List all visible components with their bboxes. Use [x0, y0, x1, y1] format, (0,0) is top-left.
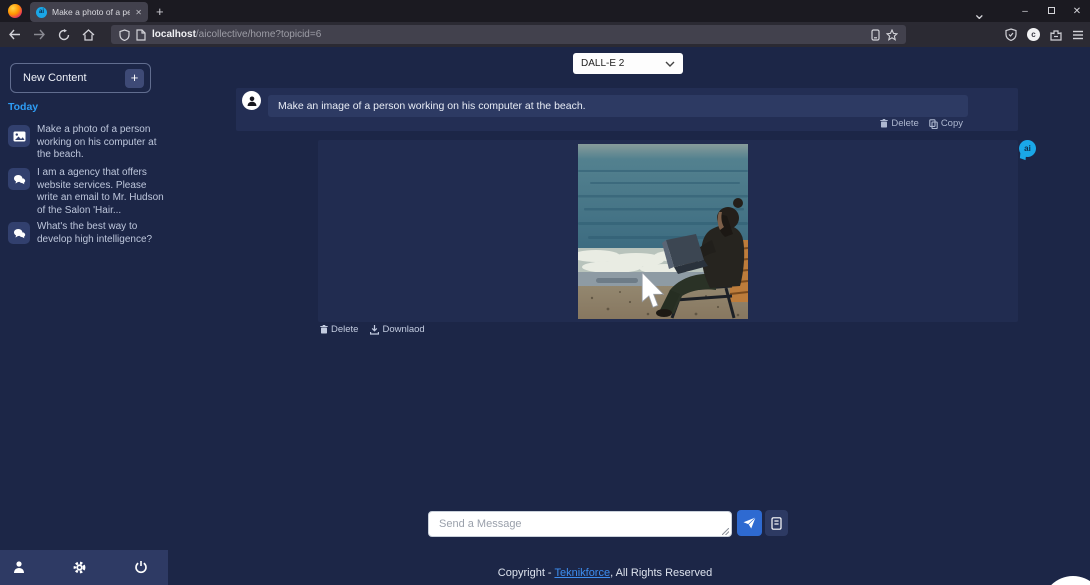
user-profile-icon[interactable]	[12, 560, 26, 574]
sidebar-item-intelligence-topic[interactable]: What's the best way to develop high inte…	[8, 221, 164, 246]
browser-nav-bar: localhost/aicollective/home?topicid=6	[0, 22, 1090, 47]
brand-link[interactable]: Teknikforce	[554, 567, 610, 579]
new-tab-button[interactable]: +	[156, 3, 164, 21]
response-actions: Delete Downlaod	[320, 324, 425, 335]
minimize-button[interactable]: –	[1012, 6, 1038, 17]
firefox-logo-icon[interactable]	[8, 4, 22, 18]
menu-icon[interactable]	[1072, 30, 1084, 40]
close-window-button[interactable]: ✕	[1064, 6, 1090, 17]
sidebar-item-label: What's the best way to develop high inte…	[37, 221, 153, 245]
delete-label: Delete	[891, 118, 919, 129]
chat-icon	[8, 168, 30, 190]
delete-message-button[interactable]: Delete	[880, 118, 919, 129]
sidebar-item-label: Make a photo of a person working on his …	[37, 124, 157, 160]
tracking-shield-icon[interactable]	[119, 28, 130, 41]
mouse-cursor	[640, 268, 666, 313]
maximize-button[interactable]	[1038, 6, 1064, 17]
user-message-bubble: Make an image of a person working on his…	[268, 95, 968, 117]
bookmark-star-icon[interactable]	[886, 28, 898, 41]
model-select-value: DALL-E 2	[581, 58, 625, 69]
assistant-response-block: ai	[318, 140, 1036, 322]
toolbar-right-icons: c	[1005, 25, 1084, 44]
back-icon[interactable]	[8, 29, 21, 40]
send-button[interactable]	[737, 510, 762, 536]
permissions-shield-icon[interactable]	[1005, 28, 1017, 41]
copy-label: Copy	[940, 118, 963, 129]
user-message-text: Make an image of a person working on his…	[278, 100, 586, 112]
copyright-prefix: Copyright -	[497, 567, 555, 579]
message-input[interactable]	[428, 511, 732, 537]
chevron-down-icon	[665, 61, 675, 67]
extensions-icon[interactable]	[1050, 29, 1062, 41]
download-icon	[370, 324, 380, 335]
sidebar-item-email-topic[interactable]: I am a agency that offers website servic…	[8, 167, 164, 217]
window-controls: – ✕	[1012, 0, 1090, 22]
app-page: New Content + Today Make a photo of a pe…	[0, 47, 1090, 585]
maximize-icon	[1047, 6, 1055, 14]
message-actions: Delete Copy	[880, 118, 963, 129]
home-icon[interactable]	[82, 28, 95, 41]
trash-icon	[320, 325, 328, 334]
browser-tab-bar: ai Make a photo of a person worki ✕ + ⌄ …	[0, 0, 1090, 24]
page-info-icon[interactable]	[136, 28, 146, 41]
badge-tail	[1019, 151, 1027, 161]
tab-title: Make a photo of a person worki	[52, 7, 131, 17]
download-image-button[interactable]: Downlaod	[370, 324, 425, 335]
ai-assistant-badge: ai	[1019, 140, 1036, 161]
download-label: Downlaod	[382, 324, 425, 335]
reload-icon[interactable]	[58, 28, 70, 41]
notebook-icon	[771, 516, 782, 530]
settings-gear-icon[interactable]	[72, 560, 87, 575]
image-icon	[8, 125, 30, 147]
forward-icon[interactable]	[33, 29, 46, 40]
sidebar-item-label: I am a agency that offers website servic…	[37, 167, 164, 216]
tab-close-icon[interactable]: ✕	[135, 8, 142, 17]
model-select[interactable]: DALL-E 2	[573, 53, 683, 74]
url-text: localhost/aicollective/home?topicid=6	[152, 29, 321, 40]
new-content-button[interactable]: New Content +	[10, 63, 151, 93]
copy-icon	[929, 118, 938, 129]
copyright-suffix: , All Rights Reserved	[610, 567, 713, 579]
url-host: localhost	[152, 29, 196, 40]
person-icon	[247, 96, 256, 106]
copyright-text: Copyright - Teknikforce, All Rights Rese…	[120, 567, 1090, 579]
user-avatar	[242, 91, 261, 110]
delete-label: Delete	[331, 324, 359, 335]
browser-tab[interactable]: ai Make a photo of a person worki ✕	[30, 2, 148, 22]
plus-icon[interactable]: +	[125, 68, 144, 88]
new-content-label: New Content	[23, 72, 87, 84]
delete-response-button[interactable]: Delete	[320, 324, 358, 335]
user-message-row: Make an image of a person working on his…	[236, 88, 1018, 131]
trash-icon	[880, 119, 889, 128]
chat-icon	[8, 222, 30, 244]
send-icon	[743, 517, 756, 529]
reader-mode-icon[interactable]	[871, 28, 880, 41]
history-section-label: Today	[8, 101, 39, 113]
url-path: /aicollective/home?topicid=6	[195, 29, 322, 40]
sidebar-item-photo-topic[interactable]: Make a photo of a person working on his …	[8, 124, 164, 162]
url-bar[interactable]: localhost/aicollective/home?topicid=6	[111, 25, 906, 44]
app-favicon-icon: ai	[36, 6, 47, 18]
summary-button[interactable]	[765, 510, 788, 536]
profile-avatar[interactable]: c	[1027, 28, 1040, 41]
generated-image[interactable]	[578, 144, 748, 319]
tab-list-chevron-icon[interactable]: ⌄	[973, 4, 986, 24]
copy-message-button[interactable]: Copy	[929, 118, 963, 129]
